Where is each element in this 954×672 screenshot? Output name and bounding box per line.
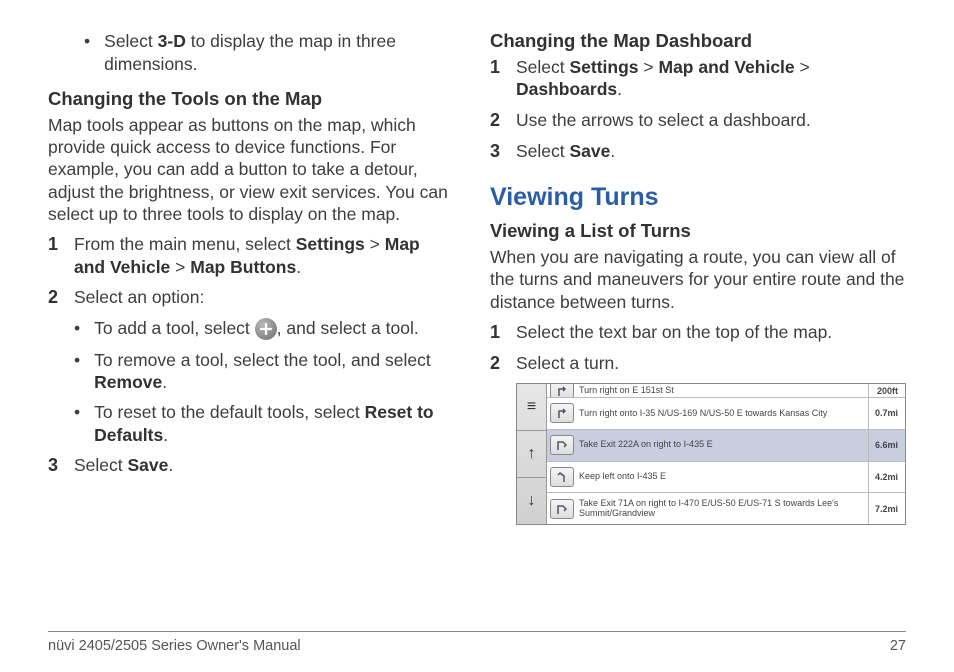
substep-remove-tool: • To remove a tool, select the tool, and… <box>48 349 452 394</box>
footer-title: nüvi 2405/2505 Series Owner's Manual <box>48 638 301 654</box>
step-number: 1 <box>48 233 74 278</box>
page-footer: nüvi 2405/2505 Series Owner's Manual 27 <box>48 631 906 654</box>
turns-step-2: 2 Select a turn. <box>490 352 906 375</box>
bullet-text: Select 3-D to display the map in three d… <box>104 30 452 76</box>
step-number: 2 <box>490 352 516 375</box>
paragraph-turns: When you are navigating a route, you can… <box>490 246 906 313</box>
exit-icon <box>550 499 574 519</box>
left-column: • Select 3-D to display the map in three… <box>48 30 452 610</box>
turns-list: Turn right on E 151st St 200ft Turn righ… <box>547 384 905 524</box>
substep-reset-tools: • To reset to the default tools, select … <box>48 401 452 446</box>
right-column: Changing the Map Dashboard 1 Select Sett… <box>490 30 906 610</box>
turn-row-selected[interactable]: Take Exit 222A on right to I-435 E 6.6mi <box>547 430 905 462</box>
step-number: 3 <box>48 454 74 477</box>
screenshot-sidebar: ≡ ↑ ↓ <box>517 384 547 524</box>
turn-distance: 200ft <box>868 384 902 397</box>
bullet-dot: • <box>84 30 90 76</box>
turn-label: Keep left onto I-435 E <box>579 472 868 482</box>
turn-icon <box>550 403 574 423</box>
turn-row[interactable]: Turn right onto I-35 N/US-169 N/US-50 E … <box>547 398 905 430</box>
turn-label: Take Exit 222A on right to I-435 E <box>579 440 868 450</box>
heading-list-of-turns: Viewing a List of Turns <box>490 220 906 242</box>
step-number: 1 <box>490 56 516 101</box>
step-number: 2 <box>490 109 516 132</box>
step-1: 1 From the main menu, select Settings > … <box>48 233 452 278</box>
heading-changing-dashboard: Changing the Map Dashboard <box>490 30 906 52</box>
turn-icon <box>550 384 574 398</box>
turn-row[interactable]: Keep left onto I-435 E 4.2mi <box>547 462 905 494</box>
step-number: 1 <box>490 321 516 344</box>
turn-row[interactable]: Turn right on E 151st St 200ft <box>547 384 905 398</box>
scroll-down-button[interactable]: ↓ <box>517 478 546 524</box>
turn-label: Turn right on E 151st St <box>579 386 868 396</box>
page-number: 27 <box>890 638 906 654</box>
dash-step-2: 2 Use the arrows to select a dashboard. <box>490 109 906 132</box>
turns-screenshot: ≡ ↑ ↓ Turn right on E 151st St 200ft Tur… <box>516 383 906 525</box>
step-number: 3 <box>490 140 516 163</box>
step-2: 2 Select an option: <box>48 286 452 309</box>
dash-step-1: 1 Select Settings > Map and Vehicle > Da… <box>490 56 906 101</box>
add-circle-icon <box>255 318 277 340</box>
turn-distance: 7.2mi <box>868 493 902 524</box>
turn-distance: 0.7mi <box>868 398 902 429</box>
step-3: 3 Select Save. <box>48 454 452 477</box>
menu-button[interactable]: ≡ <box>517 384 546 431</box>
step-number: 2 <box>48 286 74 309</box>
turn-label: Take Exit 71A on right to I-470 E/US-50 … <box>579 499 868 519</box>
substep-add-tool: • To add a tool, select , and select a t… <box>48 317 452 340</box>
exit-icon <box>550 435 574 455</box>
paragraph-map-tools: Map tools appear as buttons on the map, … <box>48 114 452 226</box>
bullet-3d: • Select 3-D to display the map in three… <box>48 30 452 76</box>
heading-changing-tools: Changing the Tools on the Map <box>48 88 452 110</box>
turn-distance: 4.2mi <box>868 462 902 493</box>
turn-row[interactable]: Take Exit 71A on right to I-470 E/US-50 … <box>547 493 905 524</box>
turn-label: Turn right onto I-35 N/US-169 N/US-50 E … <box>579 409 868 419</box>
dash-step-3: 3 Select Save. <box>490 140 906 163</box>
heading-viewing-turns: Viewing Turns <box>490 183 906 212</box>
turn-distance: 6.6mi <box>868 430 902 461</box>
turns-step-1: 1 Select the text bar on the top of the … <box>490 321 906 344</box>
scroll-up-button[interactable]: ↑ <box>517 431 546 478</box>
keep-left-icon <box>550 467 574 487</box>
